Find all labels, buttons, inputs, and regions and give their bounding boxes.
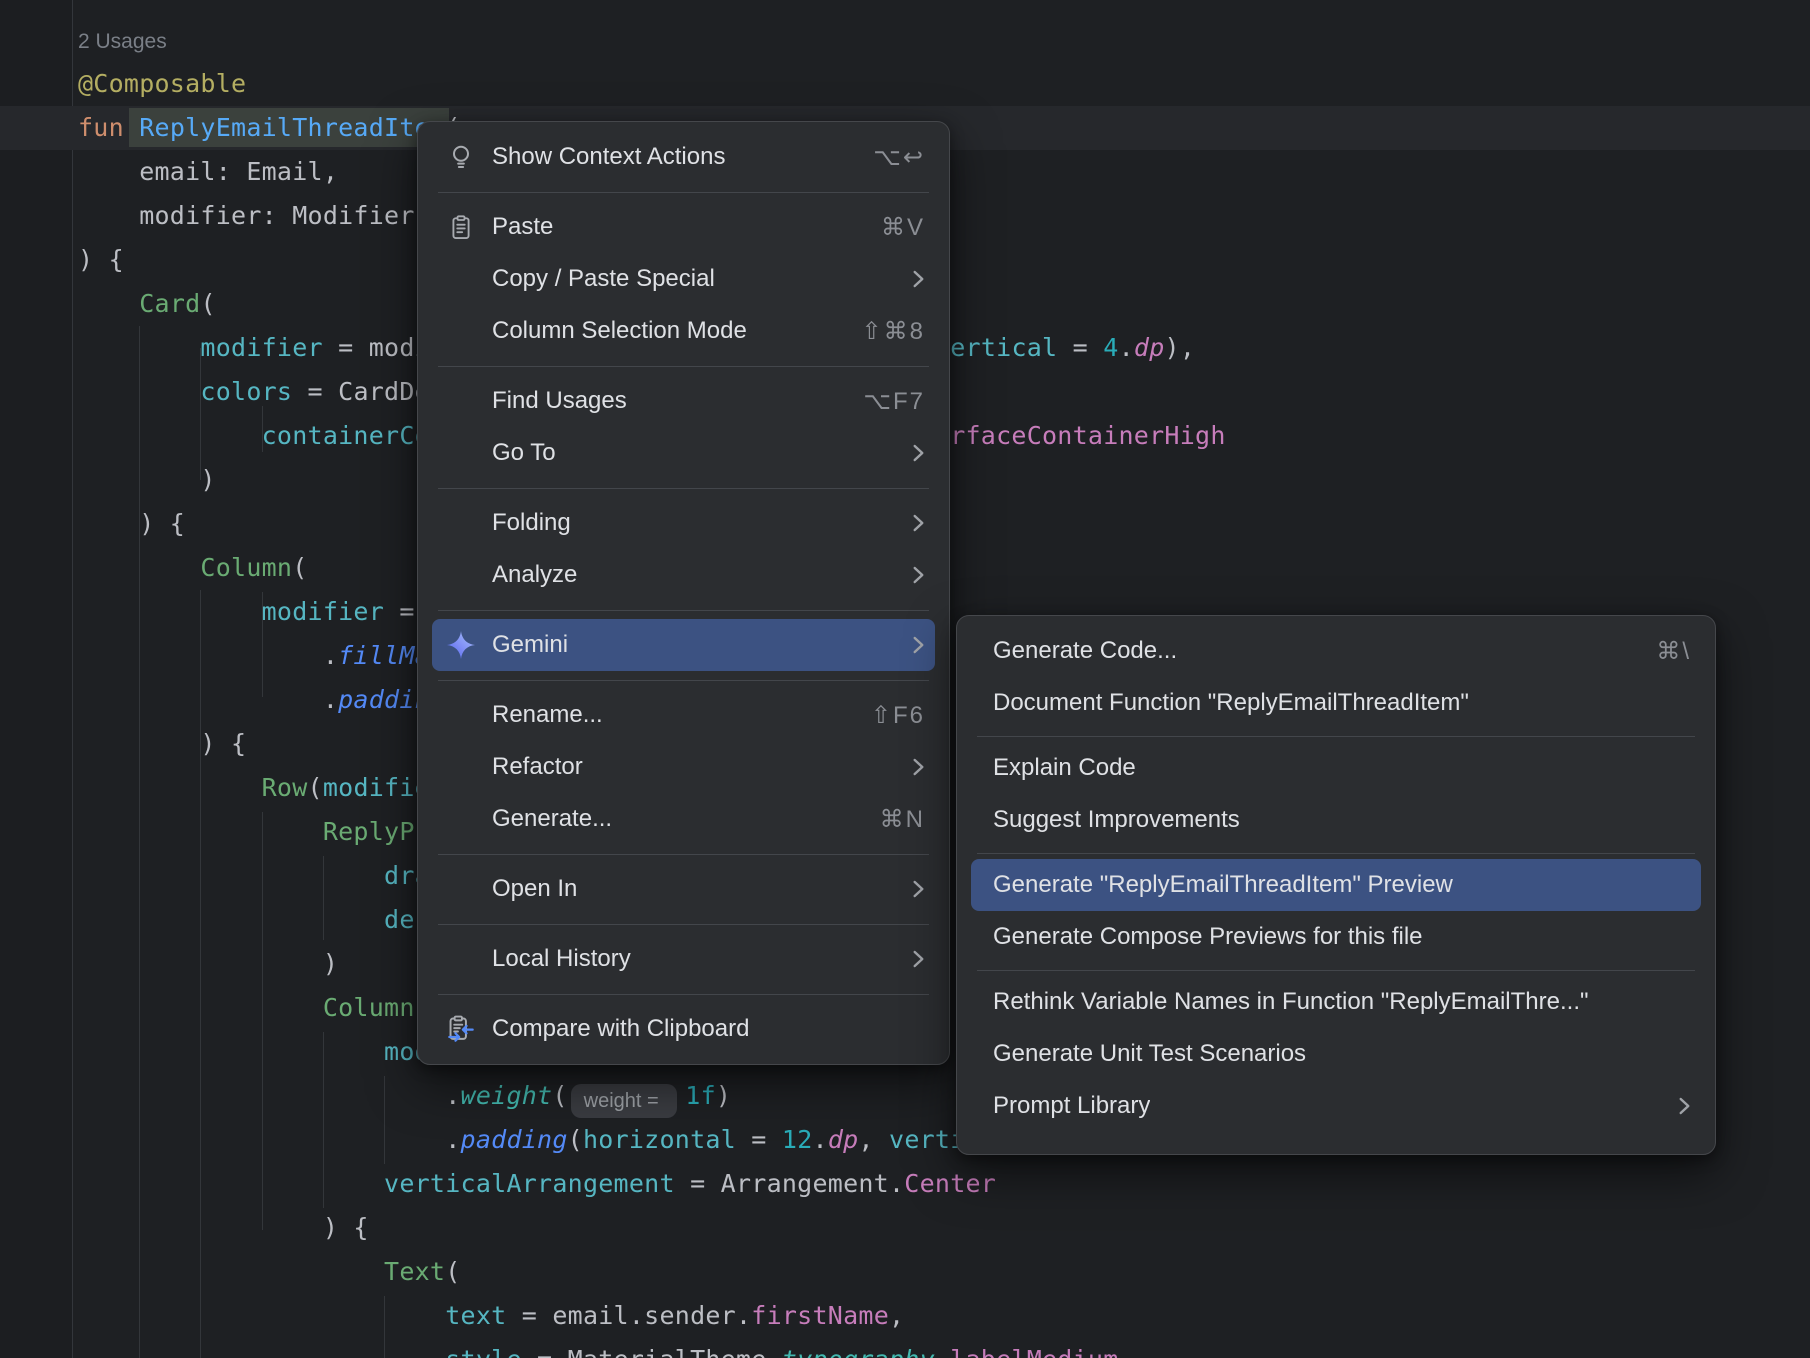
- compare-clipboard-icon: [444, 1012, 478, 1046]
- shortcut-label: ⇧F6: [841, 701, 925, 730]
- menu-item-show-context-actions[interactable]: Show Context Actions ⌥↩: [432, 131, 935, 183]
- menu-separator: [977, 729, 1695, 742]
- menu-item-local-history[interactable]: Local History: [432, 933, 935, 985]
- menu-item-label: Explain Code: [993, 754, 1136, 782]
- submenu-chevron-icon: [882, 268, 925, 290]
- menu-item-label: Go To: [492, 439, 556, 467]
- menu-item-label: Document Function "ReplyEmailThreadItem": [993, 689, 1469, 717]
- menu-item-paste[interactable]: Paste ⌘V: [432, 201, 935, 253]
- menu-item-refactor[interactable]: Refactor: [432, 741, 935, 793]
- submenu-chevron-icon: [1648, 1095, 1691, 1117]
- gemini-submenu: Generate Code... ⌘\ Document Function "Rep…: [956, 615, 1716, 1155]
- menu-item-label: Open In: [492, 875, 577, 903]
- shortcut-label: ⇧⌘8: [832, 317, 925, 346]
- menu-item-generate[interactable]: Generate... ⌘N: [432, 793, 935, 845]
- menu-separator: [438, 479, 929, 497]
- menu-item-document-function-replyemailthreaditem[interactable]: Document Function "ReplyEmailThreadItem": [971, 677, 1701, 729]
- gemini-sparkle-icon: [444, 628, 478, 662]
- code-line-30: text = email.sender.firstName,: [78, 1294, 1226, 1338]
- menu-item-label: Copy / Paste Special: [492, 265, 715, 293]
- menu-item-prompt-library[interactable]: Prompt Library: [971, 1080, 1701, 1132]
- shortcut-label: ⌘V: [851, 213, 925, 242]
- code-line-1: 2 Usages: [78, 18, 1226, 62]
- submenu-chevron-icon: [882, 512, 925, 534]
- highlighted-identifier: ReplyEmailThreadItem: [139, 108, 445, 147]
- menu-item-generate-unit-test-scenarios[interactable]: Generate Unit Test Scenarios: [971, 1028, 1701, 1080]
- menu-item-label: Generate Unit Test Scenarios: [993, 1040, 1306, 1068]
- menu-item-label: Rethink Variable Names in Function "Repl…: [993, 988, 1589, 1016]
- menu-separator: [438, 915, 929, 933]
- code-line-2: @Composable: [78, 62, 1226, 106]
- submenu-chevron-icon: [882, 442, 925, 464]
- menu-item-label: Show Context Actions: [492, 143, 725, 171]
- menu-item-column-selection-mode[interactable]: Column Selection Mode ⇧⌘8: [432, 305, 935, 357]
- submenu-chevron-icon: [882, 878, 925, 900]
- menu-separator: [438, 985, 929, 1003]
- menu-item-label: Folding: [492, 509, 571, 537]
- submenu-chevron-icon: [882, 948, 925, 970]
- menu-item-go-to[interactable]: Go To: [432, 427, 935, 479]
- menu-item-label: Rename...: [492, 701, 603, 729]
- shortcut-label: ⌘N: [850, 805, 925, 834]
- menu-separator: [977, 963, 1695, 976]
- menu-separator: [438, 671, 929, 689]
- menu-separator: [438, 183, 929, 201]
- menu-item-label: Column Selection Mode: [492, 317, 747, 345]
- clipboard-icon: [444, 210, 478, 244]
- code-line-28: ) {: [78, 1206, 1226, 1250]
- menu-separator: [438, 601, 929, 619]
- menu-item-find-usages[interactable]: Find Usages ⌥F7: [432, 375, 935, 427]
- menu-item-compare-with-clipboard[interactable]: Compare with Clipboard: [432, 1003, 935, 1055]
- menu-item-label: Find Usages: [492, 387, 627, 415]
- lightbulb-icon: [444, 140, 478, 174]
- menu-separator: [977, 846, 1695, 859]
- editor-gutter: [0, 0, 73, 1358]
- menu-item-open-in[interactable]: Open In: [432, 863, 935, 915]
- menu-item-gemini[interactable]: Gemini: [432, 619, 935, 671]
- menu-item-suggest-improvements[interactable]: Suggest Improvements: [971, 794, 1701, 846]
- menu-item-label: Suggest Improvements: [993, 806, 1240, 834]
- menu-item-folding[interactable]: Folding: [432, 497, 935, 549]
- menu-item-label: Prompt Library: [993, 1092, 1150, 1120]
- menu-item-label: Generate Compose Previews for this file: [993, 923, 1423, 951]
- submenu-chevron-icon: [882, 756, 925, 778]
- menu-item-analyze[interactable]: Analyze: [432, 549, 935, 601]
- menu-item-label: Refactor: [492, 753, 583, 781]
- menu-item-generate-replyemailthreaditem-preview[interactable]: Generate "ReplyEmailThreadItem" Preview: [971, 859, 1701, 911]
- ide-window: 2 Usages@Composablefun ReplyEmailThreadI…: [0, 0, 1810, 1358]
- menu-item-label: Generate "ReplyEmailThreadItem" Preview: [993, 871, 1453, 899]
- menu-item-copy-paste-special[interactable]: Copy / Paste Special: [432, 253, 935, 305]
- menu-separator: [438, 845, 929, 863]
- submenu-chevron-icon: [882, 634, 925, 656]
- menu-separator: [438, 357, 929, 375]
- menu-item-label: Generate...: [492, 805, 612, 833]
- menu-item-generate-compose-previews-for-this-file[interactable]: Generate Compose Previews for this file: [971, 911, 1701, 963]
- code-line-29: Text(: [78, 1250, 1226, 1294]
- code-line-31: style = MaterialTheme.typography.labelMe…: [78, 1338, 1226, 1358]
- shortcut-label: ⌘\: [1626, 637, 1691, 666]
- menu-item-rethink-variable-names-in-function-replyemailthre[interactable]: Rethink Variable Names in Function "Repl…: [971, 976, 1701, 1028]
- submenu-chevron-icon: [882, 564, 925, 586]
- menu-item-label: Analyze: [492, 561, 577, 589]
- menu-item-rename[interactable]: Rename... ⇧F6: [432, 689, 935, 741]
- code-line-27: verticalArrangement = Arrangement.Center: [78, 1162, 1226, 1206]
- menu-item-label: Compare with Clipboard: [492, 1015, 749, 1043]
- shortcut-label: ⌥F7: [833, 387, 925, 416]
- menu-item-label: Paste: [492, 213, 553, 241]
- menu-item-label: Local History: [492, 945, 631, 973]
- usages-inlay-hint[interactable]: 2 Usages: [78, 30, 167, 53]
- menu-item-label: Generate Code...: [993, 637, 1177, 665]
- menu-item-label: Gemini: [492, 631, 568, 659]
- inlay-hint-weight: weight =: [571, 1084, 678, 1118]
- menu-item-generate-code[interactable]: Generate Code... ⌘\: [971, 625, 1701, 677]
- editor-context-menu: Show Context Actions ⌥↩ Paste ⌘V Copy / Past…: [417, 121, 950, 1065]
- menu-item-explain-code[interactable]: Explain Code: [971, 742, 1701, 794]
- shortcut-label: ⌥↩: [843, 143, 925, 172]
